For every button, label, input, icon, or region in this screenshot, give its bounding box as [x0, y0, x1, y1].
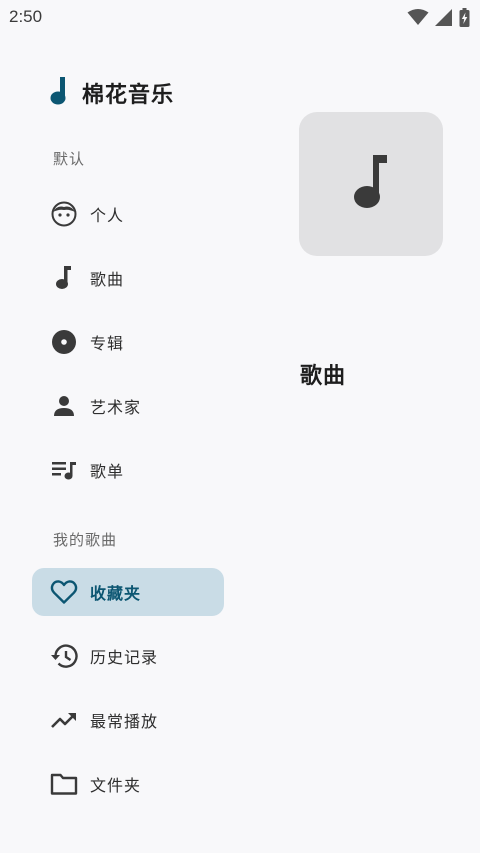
history-icon: [50, 642, 78, 670]
nav-label-folders: 文件夹: [90, 776, 142, 795]
nav-item-folders[interactable]: 文件夹: [32, 760, 224, 808]
nav-label-most-played: 最常播放: [90, 712, 159, 731]
nav-label-playlists: 歌单: [90, 462, 125, 481]
nav-item-songs[interactable]: 歌曲: [32, 254, 224, 302]
status-bar: 2:50: [0, 0, 480, 34]
trending-up-icon: [50, 706, 78, 734]
album-art-placeholder[interactable]: [299, 112, 443, 256]
album-disc-icon: [50, 328, 78, 356]
nav-label-albums: 专辑: [90, 334, 125, 353]
heart-outline-icon: [50, 578, 78, 606]
folder-outline-icon: [50, 770, 78, 798]
nav-label-artists: 艺术家: [90, 398, 142, 417]
nav-item-personal[interactable]: 个人: [32, 190, 224, 238]
cellular-signal-icon: [435, 8, 453, 26]
playlist-icon: [50, 456, 78, 484]
music-note-icon: [351, 153, 391, 215]
wifi-icon: [407, 8, 429, 26]
music-note-logo-icon: [48, 76, 70, 110]
face-icon: [50, 200, 78, 228]
detail-title: 歌曲: [300, 364, 347, 389]
nav-label-personal: 个人: [90, 206, 125, 225]
app-header: 棉花音乐: [48, 76, 174, 110]
nav-item-artists[interactable]: 艺术家: [32, 382, 224, 430]
nav-item-most-played[interactable]: 最常播放: [32, 696, 224, 744]
status-icons: [407, 7, 470, 27]
nav-label-songs: 歌曲: [90, 270, 125, 289]
status-time: 2:50: [9, 7, 43, 26]
battery-charging-icon: [459, 7, 470, 27]
section-label-default: 默认: [53, 150, 86, 168]
music-note-icon: [50, 264, 78, 292]
nav-item-playlists[interactable]: 歌单: [32, 446, 224, 494]
nav-label-favorites: 收藏夹: [90, 584, 142, 603]
person-icon: [50, 392, 78, 420]
nav-item-favorites[interactable]: 收藏夹: [32, 568, 224, 616]
nav-label-history: 历史记录: [90, 648, 159, 667]
nav-item-albums[interactable]: 专辑: [32, 318, 224, 366]
app-title: 棉花音乐: [82, 83, 175, 108]
section-label-my-music: 我的歌曲: [53, 531, 118, 549]
nav-item-history[interactable]: 历史记录: [32, 632, 224, 680]
